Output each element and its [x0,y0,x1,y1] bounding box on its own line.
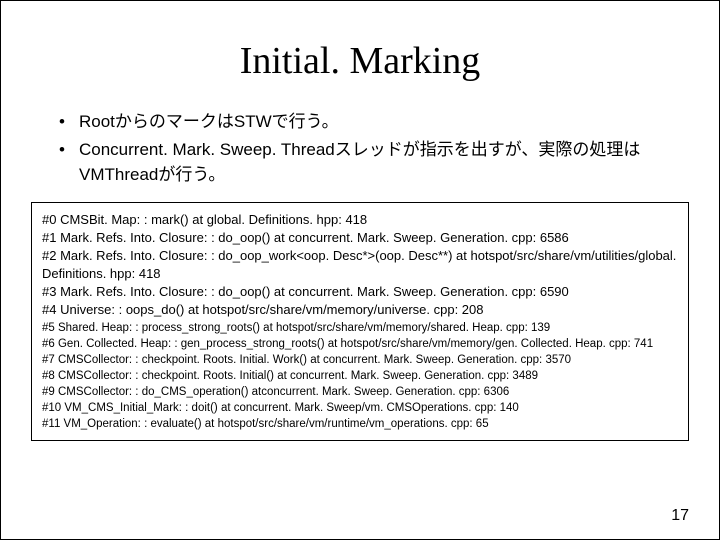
stack-trace-box: #0 CMSBit. Map: : mark() at global. Defi… [31,202,689,442]
trace-line: #7 CMSCollector: : checkpoint. Roots. In… [42,352,678,368]
trace-line: #0 CMSBit. Map: : mark() at global. Defi… [42,211,678,229]
trace-line: #9 CMSCollector: : do_CMS_operation() at… [42,384,678,400]
trace-line: #5 Shared. Heap: : process_strong_roots(… [42,320,678,336]
trace-line: #4 Universe: : oops_do() at hotspot/src/… [42,301,678,319]
bullet-item: Concurrent. Mark. Sweep. Threadスレッドが指示を出… [59,137,689,188]
trace-line: #8 CMSCollector: : checkpoint. Roots. In… [42,368,678,384]
slide: Initial. Marking RootからのマークはSTWで行う。Concu… [0,0,720,540]
bullet-list: RootからのマークはSTWで行う。Concurrent. Mark. Swee… [59,109,689,188]
bullet-item: RootからのマークはSTWで行う。 [59,109,689,135]
page-number: 17 [671,507,689,525]
trace-line: #6 Gen. Collected. Heap: : gen_process_s… [42,336,678,352]
trace-line: #2 Mark. Refs. Into. Closure: : do_oop_w… [42,247,678,283]
trace-line: #1 Mark. Refs. Into. Closure: : do_oop()… [42,229,678,247]
trace-line: #3 Mark. Refs. Into. Closure: : do_oop()… [42,283,678,301]
trace-line: #11 VM_Operation: : evaluate() at hotspo… [42,416,678,432]
slide-title: Initial. Marking [31,39,689,83]
trace-line: #10 VM_CMS_Initial_Mark: : doit() at con… [42,400,678,416]
